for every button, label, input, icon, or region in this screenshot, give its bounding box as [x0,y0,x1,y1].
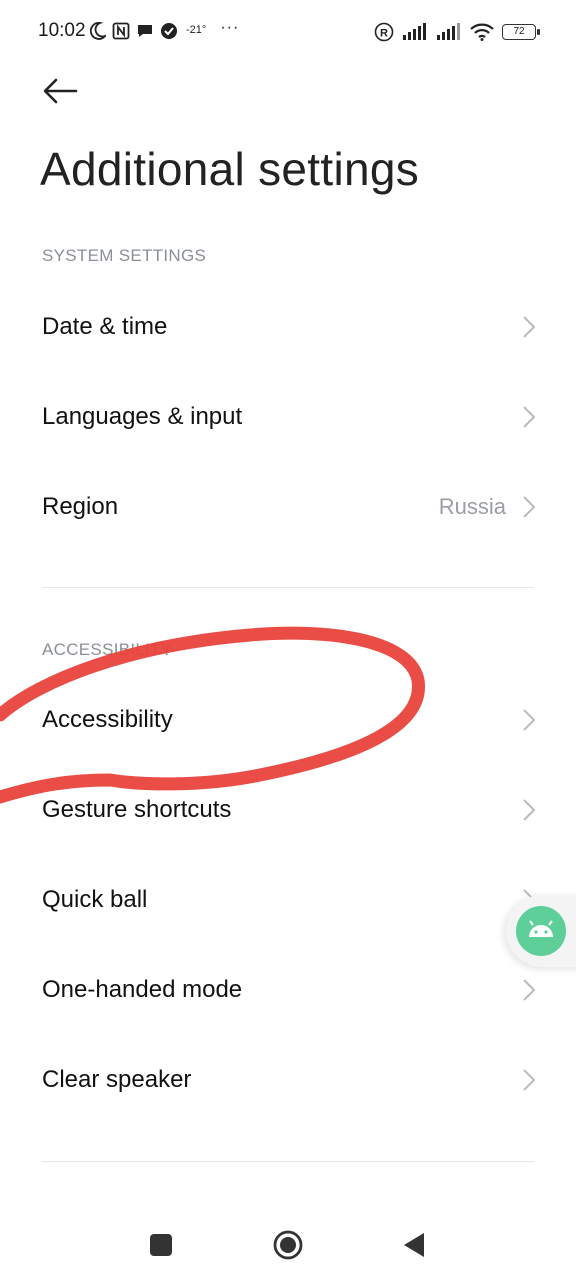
chevron-right-icon [523,1069,536,1091]
status-time: 10:02 [38,20,86,41]
section-header-accessibility: ACCESSIBILITY [42,640,173,659]
settings-item-languages-input[interactable]: Languages & input [0,372,576,462]
android-icon [516,906,566,956]
signal-icon [403,23,426,40]
chevron-right-icon [523,496,536,518]
settings-item-label: Clear speaker [42,1066,192,1093]
status-bar: 10:02 -21° ··· R 72 [0,0,576,64]
chevron-right-icon [523,979,536,1001]
settings-item-gesture-shortcuts[interactable]: Gesture shortcuts [0,765,576,855]
status-right-icons: R 72 [374,20,540,44]
settings-item-one-handed-mode[interactable]: One-handed mode [0,945,576,1035]
settings-item-label: Gesture shortcuts [42,796,232,823]
chevron-right-icon [523,406,536,428]
status-temperature: -21° [186,24,207,36]
more-notifications-icon: ··· [220,19,240,36]
status-left-icons: -21° ··· [90,19,240,42]
floating-quick-ball[interactable] [506,895,576,967]
moon-icon [90,22,106,40]
back-triangle-icon[interactable] [396,1227,432,1263]
back-arrow-icon[interactable] [40,74,80,108]
roaming-icon: R [374,22,394,42]
page-title: Additional settings [40,143,420,195]
settings-item-label: Region [42,493,119,520]
chevron-right-icon [523,799,536,821]
settings-item-label: One-handed mode [42,976,243,1003]
settings-item-label: Accessibility [42,706,173,733]
svg-text:R: R [380,28,388,40]
navigation-bar [0,1205,576,1280]
chevron-right-icon [523,709,536,731]
message-icon [138,25,152,37]
wifi-icon [470,23,494,41]
chevron-right-icon [523,316,536,338]
settings-item-label: Date & time [42,313,168,340]
settings-item-accessibility[interactable]: Accessibility [0,675,576,765]
nfc-icon [112,22,130,40]
region-value: Russia [438,494,506,519]
check-circle-icon [161,23,177,39]
home-circle-icon[interactable] [270,1227,306,1263]
settings-item-label: Quick ball [42,886,148,913]
settings-item-clear-speaker[interactable]: Clear speaker [0,1035,576,1125]
section-divider-bottom [42,1161,534,1162]
section-header-system-settings: SYSTEM SETTINGS [42,246,207,265]
signal-icon-2 [437,23,460,40]
recents-square-icon[interactable] [143,1227,179,1263]
battery-icon: 72 [502,24,540,40]
settings-item-quick-ball[interactable]: Quick ball [0,855,576,945]
settings-item-date-time[interactable]: Date & time [0,282,576,372]
section-divider [42,587,534,588]
settings-item-label: Languages & input [42,403,243,430]
settings-item-region[interactable]: Region Russia [0,462,576,552]
